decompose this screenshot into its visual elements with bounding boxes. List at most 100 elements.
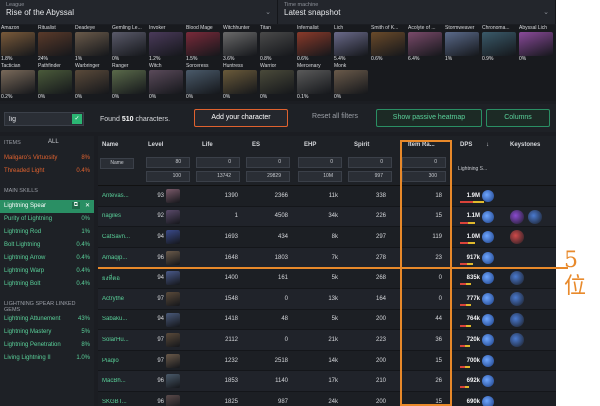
- sidebar-item[interactable]: Lightning Bolt 0.4%: [0, 278, 94, 291]
- ehp-max-input[interactable]: 10M: [298, 171, 342, 182]
- columns-button[interactable]: Columns: [486, 109, 550, 127]
- add-character-button[interactable]: Add your character: [194, 109, 288, 127]
- keystone-icon[interactable]: [510, 333, 524, 348]
- class-tile[interactable]: Sorceress 0%: [185, 63, 221, 100]
- class-tile[interactable]: Infernalist 0.6%: [296, 25, 332, 62]
- class-tile[interactable]: Amazon 1.8%: [0, 25, 36, 62]
- item-min-input[interactable]: 0: [402, 157, 446, 168]
- time-machine-select[interactable]: Time machine Latest snapshot ⌄: [278, 0, 556, 24]
- item-max-input[interactable]: 300: [402, 171, 446, 182]
- class-tile[interactable]: Acolyte of ... 6.4%: [407, 25, 443, 62]
- character-name-link[interactable]: Sabaku...: [102, 316, 130, 322]
- class-tile[interactable]: Huntress 0%: [222, 63, 258, 100]
- keystone-icon[interactable]: [510, 312, 524, 327]
- class-tile[interactable]: Witchhunter 3.6%: [222, 25, 258, 62]
- sidebar-item[interactable]: Lightning Rod 1%: [0, 226, 94, 239]
- keystone-icon[interactable]: [510, 209, 524, 224]
- sidebar-item[interactable]: Lightning Penetration 8%: [0, 339, 94, 352]
- sidebar-item[interactable]: Lightning Spear ⧉ ✕: [0, 200, 94, 213]
- ehp-min-input[interactable]: 0: [298, 157, 342, 168]
- confirm-icon[interactable]: ✓: [72, 114, 82, 124]
- table-row[interactable]: MacBh... 96 1853 1140 17k 210 26 692k: [98, 371, 556, 392]
- character-name-link[interactable]: Actrythe: [102, 296, 130, 302]
- items-filter-select[interactable]: All: [48, 139, 59, 145]
- spirit-max-input[interactable]: 997: [348, 171, 392, 182]
- skill-gem-icon[interactable]: [482, 354, 494, 367]
- sidebar-item[interactable]: Purity of Lightning 0%: [0, 213, 94, 226]
- character-name-link[interactable]: Amaqip...: [102, 255, 130, 261]
- class-tile[interactable]: Stormweaver 1%: [444, 25, 480, 62]
- character-name-link[interactable]: CatSavn...: [102, 234, 130, 240]
- class-tile[interactable]: Mercenary 0.1%: [296, 63, 332, 100]
- character-name-link[interactable]: SolarHu...: [102, 337, 130, 343]
- skill-gem-icon[interactable]: [482, 334, 494, 347]
- skill-gem-icon[interactable]: [482, 231, 494, 244]
- col-dps[interactable]: DPS: [460, 142, 472, 148]
- class-tile[interactable]: Ranger 0%: [111, 63, 147, 100]
- class-tile[interactable]: Chronoma... 0.9%: [481, 25, 517, 62]
- col-es[interactable]: ES: [252, 142, 260, 148]
- table-row[interactable]: SolarHu... 97 2112 0 21k 223 36 720k: [98, 330, 556, 351]
- class-tile[interactable]: Warbringer 0%: [74, 63, 110, 100]
- table-row[interactable]: Sabaku... 94 1418 48 5k 200 44 764k: [98, 309, 556, 331]
- character-name-link[interactable]: MacBh...: [102, 378, 130, 384]
- spirit-min-input[interactable]: 0: [348, 157, 392, 168]
- skill-gem-icon[interactable]: [482, 210, 494, 223]
- table-row[interactable]: Amaqip... 96 1648 1803 7k 278 23 917k: [98, 247, 556, 269]
- sort-desc-icon[interactable]: ↓: [486, 142, 489, 148]
- skill-gem-icon[interactable]: [482, 251, 494, 264]
- class-tile[interactable]: Lich 5.4%: [333, 25, 369, 62]
- col-level[interactable]: Level: [148, 142, 163, 148]
- table-row[interactable]: CatSavn... 94 1693 434 8k 297 119 1.0M: [98, 227, 556, 248]
- sidebar-item[interactable]: Living Lightning II 1.0%: [0, 352, 94, 365]
- class-tile[interactable]: Gemling Le... 0%: [111, 25, 147, 62]
- col-ehp[interactable]: EHP: [304, 142, 316, 148]
- class-tile[interactable]: Monk 0%: [333, 63, 369, 100]
- keystone-icon[interactable]: [510, 230, 524, 245]
- table-row[interactable]: Piaqio 97 1232 2518 14k 200 15 700k: [98, 350, 556, 372]
- skill-gem-icon[interactable]: [482, 272, 494, 285]
- class-tile[interactable]: Deadeye 1%: [74, 25, 110, 62]
- table-row[interactable]: Antevas... 93 1390 2366 11k 338 18 1.9M: [98, 186, 556, 207]
- table-row[interactable]: ยงที่ตอ 94 1400 161 5k 268 0 835k: [98, 268, 556, 289]
- class-tile[interactable]: Titan 0.8%: [259, 25, 295, 62]
- character-name-link[interactable]: SKGBT...: [102, 399, 130, 405]
- class-tile[interactable]: Tactician 0.2%: [0, 63, 36, 100]
- sidebar-item[interactable]: Lightning Attunement 43%: [0, 313, 94, 326]
- es-max-input[interactable]: 29829: [246, 171, 290, 182]
- table-row[interactable]: nagiles 92 1 4508 34k 226 15 1.1M: [98, 206, 556, 228]
- class-tile[interactable]: Smith of K... 0.6%: [370, 25, 406, 62]
- class-tile[interactable]: Abyssal Lich 0%: [518, 25, 554, 62]
- col-item-rarity[interactable]: Item Ra...: [408, 142, 435, 148]
- close-icon[interactable]: ✕: [85, 202, 90, 209]
- keystone-icon[interactable]: [528, 209, 542, 224]
- table-row[interactable]: Actrythe 97 1548 0 13k 164 0 777k: [98, 288, 556, 310]
- character-name-link[interactable]: Piaqio: [102, 358, 130, 364]
- sidebar-item[interactable]: Lightning Mastery 5%: [0, 326, 94, 339]
- keystone-icon[interactable]: [510, 291, 524, 306]
- level-min-input[interactable]: 80: [146, 157, 190, 168]
- es-min-input[interactable]: 0: [246, 157, 290, 168]
- table-row[interactable]: SKGBT... 96 1825 987 24k 200 15 690k: [98, 391, 556, 406]
- character-name-link[interactable]: nagiles: [102, 213, 130, 219]
- sidebar-item[interactable]: Lightning Warp 0.4%: [0, 265, 94, 278]
- reset-filters-button[interactable]: Reset all filters: [300, 109, 370, 127]
- life-max-input[interactable]: 13742: [196, 171, 240, 182]
- skill-gem-icon[interactable]: [482, 395, 494, 406]
- level-max-input[interactable]: 100: [146, 171, 190, 182]
- character-name-link[interactable]: ยงที่ตอ: [102, 273, 130, 283]
- sidebar-item[interactable]: Bolt Lightning 0.4%: [0, 239, 94, 252]
- col-life[interactable]: Life: [202, 142, 213, 148]
- dps-skill-filter[interactable]: Lightning S...: [458, 166, 487, 172]
- sidebar-item[interactable]: Threaded Light 0.4%: [0, 165, 94, 178]
- col-name[interactable]: Name: [102, 142, 118, 148]
- col-keystones[interactable]: Keystones: [510, 142, 540, 148]
- league-select[interactable]: League Rise of the Abyssal ⌄: [0, 0, 278, 24]
- class-tile[interactable]: Pathfinder 0%: [37, 63, 73, 100]
- class-tile[interactable]: Witch 0%: [148, 63, 184, 100]
- character-name-link[interactable]: Antevas...: [102, 193, 130, 199]
- keystone-icon[interactable]: [510, 271, 524, 286]
- passive-heatmap-button[interactable]: Show passive heatmap: [376, 109, 482, 127]
- life-min-input[interactable]: 0: [196, 157, 240, 168]
- skill-gem-icon[interactable]: [482, 313, 494, 326]
